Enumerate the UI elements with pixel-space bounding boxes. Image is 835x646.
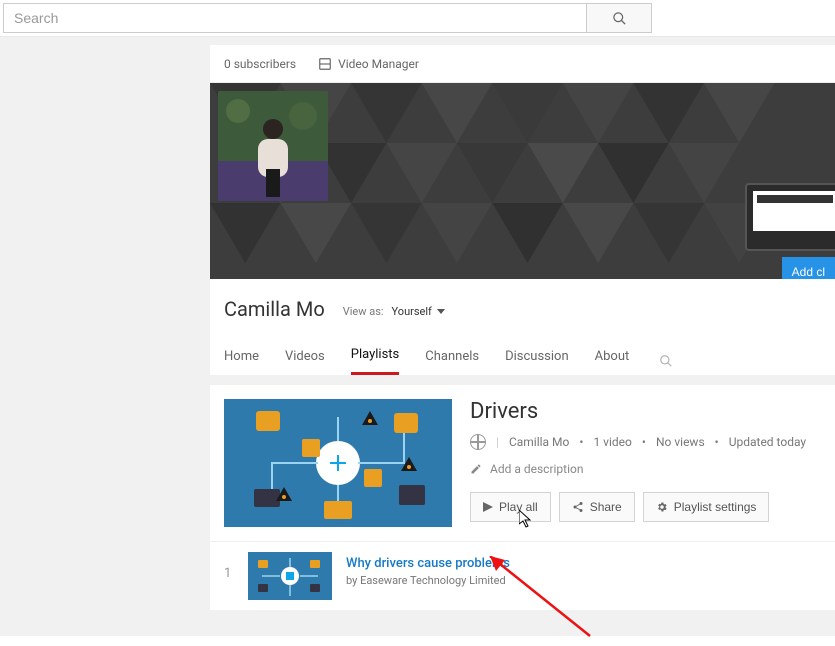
search-input[interactable] <box>3 3 586 33</box>
share-icon <box>572 501 584 513</box>
playlist-settings-button[interactable]: Playlist settings <box>643 492 770 522</box>
tab-playlists[interactable]: Playlists <box>351 347 399 375</box>
subscriber-count: 0 subscribers <box>224 57 296 71</box>
playlist-settings-label: Playlist settings <box>674 500 757 514</box>
channel-name: Camilla Mo <box>224 297 325 321</box>
video-index: 1 <box>224 566 234 581</box>
tab-discussion[interactable]: Discussion <box>505 349 569 374</box>
video-author: by Easeware Technology Limited <box>346 574 510 587</box>
channel-header: Camilla Mo View as: Yourself Home Videos… <box>210 279 835 375</box>
tab-search-button[interactable] <box>659 354 673 368</box>
chevron-down-icon <box>437 309 445 315</box>
tab-home[interactable]: Home <box>224 349 259 374</box>
share-button[interactable]: Share <box>559 492 635 522</box>
film-icon <box>318 57 332 71</box>
video-thumb-graphic <box>248 552 332 600</box>
search-icon <box>612 11 627 26</box>
tab-about[interactable]: About <box>595 349 630 374</box>
main-content: 0 subscribers Video Manager <box>210 36 835 636</box>
playlist-updated: Updated today <box>729 435 806 449</box>
channel-stats-row: 0 subscribers Video Manager <box>210 45 835 83</box>
video-title[interactable]: Why drivers cause problems <box>346 556 510 571</box>
playlist-views: No views <box>656 435 705 449</box>
search-button[interactable] <box>586 3 652 33</box>
add-description-button[interactable]: Add a description <box>470 462 821 476</box>
add-description-label: Add a description <box>490 462 584 476</box>
channel-avatar[interactable] <box>218 91 328 201</box>
cursor-icon <box>519 510 533 528</box>
pencil-icon <box>470 463 482 475</box>
search-icon <box>659 354 673 368</box>
playlist-thumbnail[interactable] <box>224 399 452 527</box>
tab-videos[interactable]: Videos <box>285 349 325 374</box>
banner-laptop-graphic <box>745 183 835 251</box>
add-channel-art-button[interactable]: Add cl <box>782 257 835 279</box>
play-icon <box>483 502 493 512</box>
video-manager-link[interactable]: Video Manager <box>318 57 419 71</box>
avatar-image <box>218 91 328 201</box>
playlist-video-count: 1 video <box>593 435 631 449</box>
search-bar <box>0 0 835 36</box>
channel-banner[interactable]: Add cl <box>210 83 835 279</box>
playlist-author[interactable]: Camilla Mo <box>509 435 569 449</box>
sidebar <box>0 36 210 636</box>
video-row[interactable]: 1 Why drivers cause problems by Easeware… <box>210 541 835 610</box>
play-all-button[interactable]: Play all <box>470 492 551 522</box>
video-manager-label: Video Manager <box>338 57 419 71</box>
viewas-value: Yourself <box>392 305 432 318</box>
playlist-card: Drivers | Camilla Mo • 1 video • No view… <box>210 385 835 541</box>
globe-icon <box>470 434 486 450</box>
gear-icon <box>656 501 668 513</box>
channel-tabs: Home Videos Playlists Channels Discussio… <box>224 347 821 375</box>
thumbnail-graphic <box>224 399 452 527</box>
viewas-label: View as: <box>343 305 384 318</box>
video-thumbnail[interactable] <box>248 552 332 600</box>
share-label: Share <box>590 500 622 514</box>
viewas-dropdown[interactable]: Yourself <box>392 305 445 318</box>
tab-channels[interactable]: Channels <box>425 349 479 374</box>
playlist-title: Drivers <box>470 399 821 424</box>
